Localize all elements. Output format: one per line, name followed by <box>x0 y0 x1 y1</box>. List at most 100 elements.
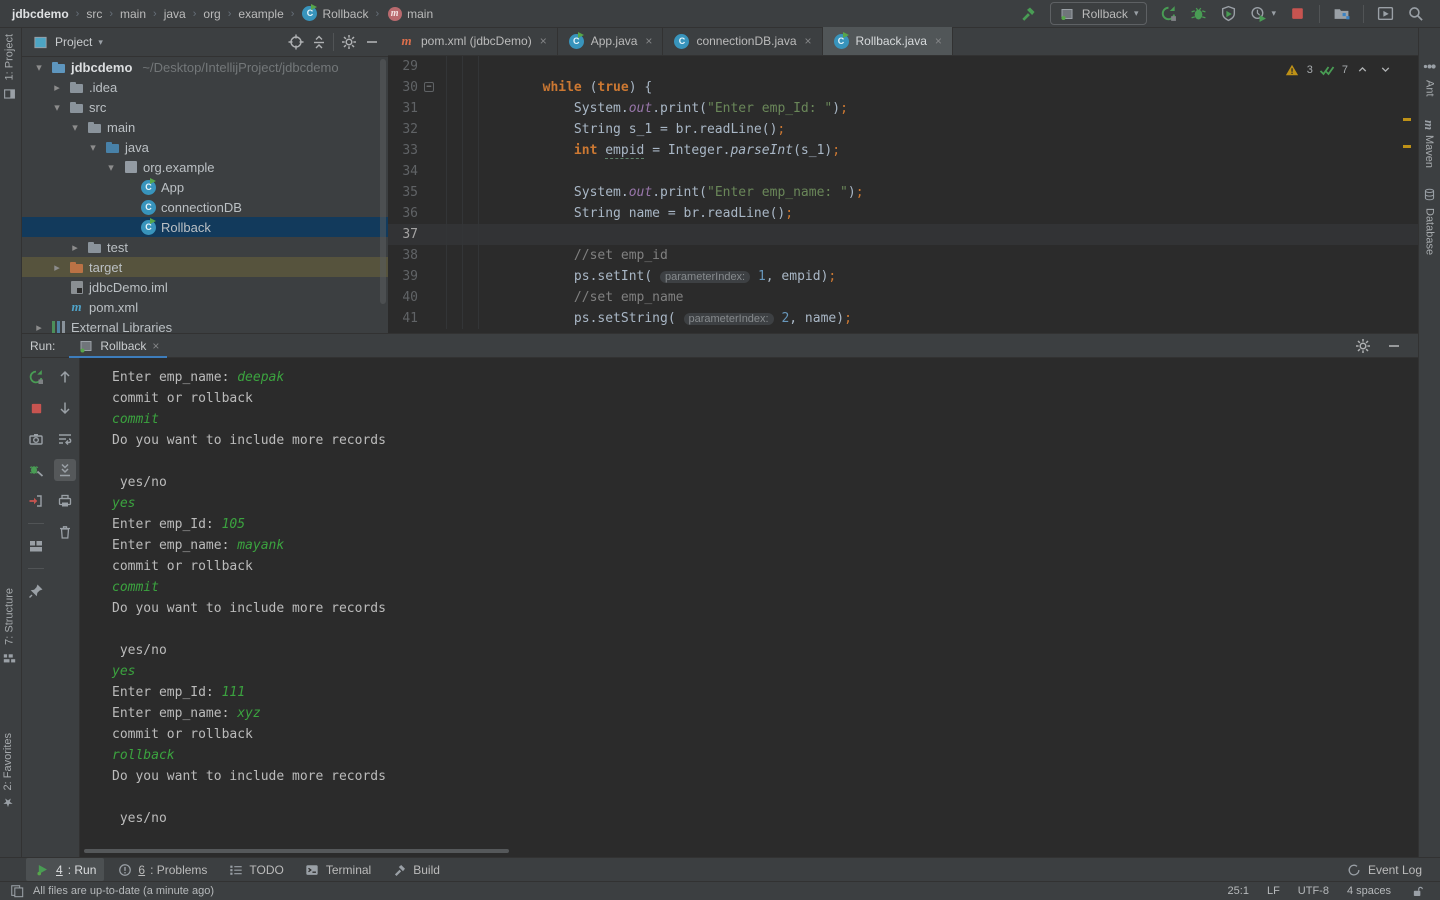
chevron-down-icon[interactable]: ▾ <box>32 61 46 74</box>
breadcrumb-label: Rollback <box>322 7 368 21</box>
tree-item-.idea[interactable]: ▸.idea <box>22 77 388 97</box>
line-number: 30 <box>388 77 422 98</box>
profiler-button[interactable] <box>1250 5 1267 22</box>
chevron-right-icon[interactable]: ▸ <box>68 241 82 254</box>
tree-item-main[interactable]: ▾main <box>22 117 388 137</box>
close-icon[interactable]: × <box>152 339 159 353</box>
breadcrumb-item-example[interactable]: example <box>238 7 283 21</box>
attach-debugger-icon[interactable] <box>25 459 47 481</box>
editor-tab-App.java[interactable]: CApp.java× <box>558 27 664 55</box>
line-ending[interactable]: LF <box>1267 885 1280 897</box>
run-console[interactable]: Enter emp_name: deepakcommit or rollback… <box>80 358 1418 857</box>
print-icon[interactable] <box>54 490 76 512</box>
run-button[interactable] <box>1160 5 1177 22</box>
gear-icon[interactable] <box>1354 337 1371 354</box>
indent-setting[interactable]: 4 spaces <box>1347 885 1391 897</box>
tree-item-test[interactable]: ▸test <box>22 237 388 257</box>
exit-icon[interactable] <box>25 490 47 512</box>
tree-item-jdbcdemo[interactable]: ▾jdbcdemo~/Desktop/IntellijProject/jdbcd… <box>22 57 388 77</box>
console-horizontal-scrollbar[interactable] <box>84 849 509 853</box>
breadcrumb-item-jdbcdemo[interactable]: jdbcdemo <box>12 7 69 21</box>
tool-window-button-run[interactable]: 4: Run <box>26 858 104 881</box>
debug-button[interactable] <box>1190 5 1207 22</box>
editor-tab-connectionDB.java[interactable]: CconnectionDB.java× <box>663 27 822 55</box>
tool-window-button-structure[interactable]: 7: Structure <box>1 588 18 667</box>
tree-item-Rollback[interactable]: CRollback <box>22 217 388 237</box>
tool-window-button-database[interactable]: Database <box>1421 186 1438 255</box>
breadcrumb-item-org[interactable]: org <box>203 7 220 21</box>
profiler-chevron-icon[interactable]: ▾ <box>1271 8 1276 19</box>
tool-window-button-terminal[interactable]: Terminal <box>296 858 379 881</box>
chevron-right-icon[interactable]: ▸ <box>50 81 64 94</box>
down-stack-icon[interactable] <box>54 397 76 419</box>
chevron-down-icon[interactable]: ▾ <box>68 121 82 134</box>
clear-all-icon[interactable] <box>54 521 76 543</box>
tree-scrollbar[interactable] <box>380 59 386 304</box>
pin-icon[interactable] <box>25 580 47 602</box>
chevron-down-icon[interactable]: ▾ <box>98 37 103 48</box>
breadcrumb-item-src[interactable]: src <box>86 7 102 21</box>
tree-item-App[interactable]: CApp <box>22 177 388 197</box>
tool-window-button-build[interactable]: Build <box>383 858 448 881</box>
breadcrumb-item-Rollback[interactable]: CRollback <box>301 5 368 22</box>
close-icon[interactable]: × <box>540 34 547 48</box>
tool-window-button-problems[interactable]: 6: Problems <box>108 858 215 881</box>
restore-layout-icon[interactable] <box>25 535 47 557</box>
editor-tab-pom.xml (jdbcDemo)[interactable]: mpom.xml (jdbcDemo)× <box>388 27 558 55</box>
breadcrumb-item-java[interactable]: java <box>164 7 186 21</box>
breadcrumb-item-main[interactable]: main <box>120 7 146 21</box>
breadcrumb-item-main[interactable]: mmain <box>386 5 433 22</box>
chevron-right-icon[interactable]: ▸ <box>32 321 46 334</box>
ant-stripe-label: Ant <box>1424 80 1436 97</box>
tree-item-org.example[interactable]: ▾org.example <box>22 157 388 177</box>
project-tree: ▾jdbcdemo~/Desktop/IntellijProject/jdbcd… <box>22 57 388 337</box>
preview-button[interactable] <box>1377 5 1394 22</box>
run-with-coverage-button[interactable] <box>1220 5 1237 22</box>
up-stack-icon[interactable] <box>54 366 76 388</box>
line-number: 29 <box>388 56 422 77</box>
project-structure-button[interactable] <box>1333 5 1350 22</box>
run-configuration-select[interactable]: Rollback ▾ <box>1050 2 1148 25</box>
soft-wrap-icon[interactable] <box>54 428 76 450</box>
hide-panel-button[interactable] <box>1385 337 1402 354</box>
chevron-down-icon[interactable]: ▾ <box>50 101 64 114</box>
stop-icon[interactable] <box>25 397 47 419</box>
caret-position[interactable]: 25:1 <box>1228 885 1249 897</box>
hide-panel-button[interactable] <box>363 34 380 51</box>
scroll-to-end-icon[interactable] <box>54 459 76 481</box>
tree-item-target[interactable]: ▸target <box>22 257 388 277</box>
stop-button[interactable] <box>1289 5 1306 22</box>
code-editor[interactable]: 3 7 2930− while (true) {31 System.out.pr… <box>388 56 1418 333</box>
event-log-button[interactable]: Event Log <box>1368 863 1422 877</box>
editor-tab-Rollback.java[interactable]: CRollback.java× <box>823 27 953 55</box>
search-everywhere-button[interactable] <box>1407 5 1424 22</box>
build-hammer-icon[interactable] <box>1020 5 1037 22</box>
gear-icon[interactable] <box>340 34 357 51</box>
close-icon[interactable]: × <box>645 34 652 48</box>
tree-item-src[interactable]: ▾src <box>22 97 388 117</box>
code-line-36: 36 String name = br.readLine(); <box>388 203 1418 224</box>
collapse-all-button[interactable] <box>310 34 327 51</box>
project-panel-title[interactable]: Project <box>55 35 92 49</box>
run-tab[interactable]: Rollback × <box>69 334 167 358</box>
tree-item-pom.xml[interactable]: mpom.xml <box>22 297 388 317</box>
tool-window-button-todo[interactable]: TODO <box>219 858 291 881</box>
tree-item-java[interactable]: ▾java <box>22 137 388 157</box>
chevron-down-icon[interactable]: ▾ <box>104 161 118 174</box>
rerun-icon[interactable] <box>25 366 47 388</box>
tool-window-button-ant[interactable]: Ant <box>1421 58 1438 97</box>
tree-item-jdbcDemo.iml[interactable]: jdbcDemo.iml <box>22 277 388 297</box>
lock-icon[interactable] <box>1409 883 1426 900</box>
tool-window-button-favorites[interactable]: ★ 2: Favorites <box>1 733 15 809</box>
camera-icon[interactable] <box>25 428 47 450</box>
file-encoding[interactable]: UTF-8 <box>1298 885 1329 897</box>
tree-item-connectionDB[interactable]: CconnectionDB <box>22 197 388 217</box>
chevron-down-icon[interactable]: ▾ <box>86 141 100 154</box>
select-opened-file-button[interactable] <box>287 34 304 51</box>
close-icon[interactable]: × <box>805 34 812 48</box>
tool-window-button-project[interactable]: 1: Project <box>1 34 18 102</box>
close-icon[interactable]: × <box>935 34 942 48</box>
tool-window-button-maven[interactable]: m Maven <box>1421 120 1437 168</box>
fold-marker-icon[interactable]: − <box>424 82 434 92</box>
chevron-right-icon[interactable]: ▸ <box>50 261 64 274</box>
